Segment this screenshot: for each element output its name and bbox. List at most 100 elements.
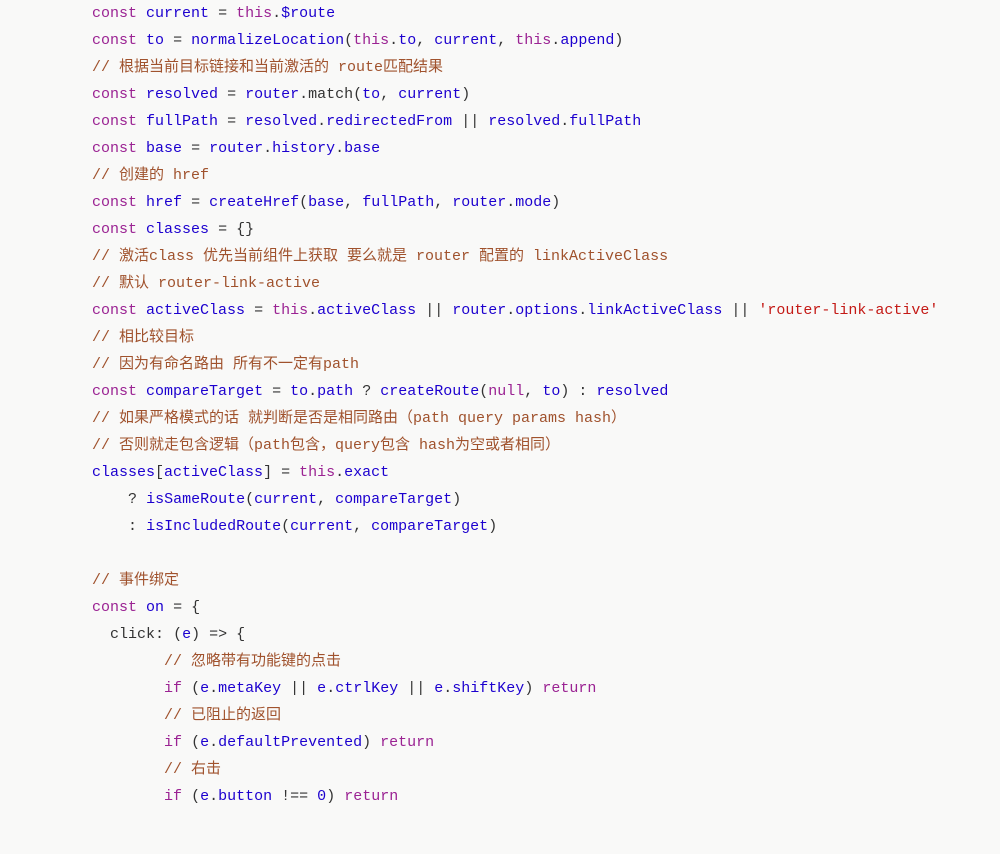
code-token: ( [299,194,308,211]
code-token [137,491,146,508]
code-line: if (e.defaultPrevented) return [20,729,980,756]
code-token [137,221,146,238]
code-token: compareTarget [371,518,488,535]
code-token: . [209,734,218,751]
code-token: fullPath [146,113,218,130]
code-token: // 右击 [164,761,221,778]
code-token: resolved [596,383,668,400]
code-token: router [245,86,299,103]
code-token: current [434,32,497,49]
code-token [137,194,146,211]
code-token: return [542,680,596,697]
code-token: . [443,680,452,697]
code-token [164,32,173,49]
code-token: . [272,5,281,22]
code-token [308,680,317,697]
code-token: shiftKey [452,680,524,697]
code-token: || [290,680,308,697]
code-token: e [182,626,191,643]
code-token: e [317,680,326,697]
code-line: if (e.metaKey || e.ctrlKey || e.shiftKey… [20,675,980,702]
code-token: // 否则就走包含逻辑（path包含，query包含 hash为空或者相同） [92,437,560,454]
code-token [182,734,191,751]
code-token: click [110,626,155,643]
code-token: => [209,626,227,643]
code-token: . [317,113,326,130]
code-token: = [218,5,227,22]
code-token [164,599,173,616]
code-token [335,788,344,805]
code-token: this [299,464,335,481]
code-token: = [173,599,182,616]
code-token [218,86,227,103]
code-token [416,302,425,319]
code-line: const compareTarget = to.path ? createRo… [20,378,980,405]
code-token: ) [551,194,560,211]
code-token: , [497,32,506,49]
code-token: ? [362,383,371,400]
code-token [200,626,209,643]
code-token: const [92,221,137,238]
code-token: base [344,140,380,157]
code-token: linkActiveClass [587,302,722,319]
code-token: { [191,599,200,616]
code-token: options [515,302,578,319]
code-line: classes[activeClass] = this.exact [20,459,980,486]
code-token: const [92,113,137,130]
code-token [182,788,191,805]
code-token: || [731,302,749,319]
code-token [227,626,236,643]
code-token [443,194,452,211]
code-token: ( [344,32,353,49]
code-token: createHref [209,194,299,211]
code-token: e [200,734,209,751]
code-token: , [380,86,389,103]
code-token: ) [524,680,533,697]
code-token [452,113,461,130]
code-line: const current = this.$route [20,0,980,27]
code-token: ) [614,32,623,49]
code-token: this [272,302,308,319]
code-token: to [290,383,308,400]
code-token [290,464,299,481]
code-token: ) [191,626,200,643]
code-token: createRoute [380,383,479,400]
code-token: ) [452,491,461,508]
code-token: router [452,194,506,211]
code-token: path [317,383,353,400]
code-token: if [164,788,182,805]
code-token: this [353,32,389,49]
code-line: // 否则就走包含逻辑（path包含，query包含 hash为空或者相同） [20,432,980,459]
code-token: e [434,680,443,697]
code-token: . [299,86,308,103]
code-token: current [290,518,353,535]
code-token: // 忽略带有功能键的点击 [164,653,341,670]
code-line: // 事件绑定 [20,567,980,594]
code-token: e [200,788,209,805]
code-token [263,383,272,400]
code-token: router [452,302,506,319]
code-token: to [362,86,380,103]
code-line: // 创建的 href [20,162,980,189]
code-token: href [146,194,182,211]
code-token [137,518,146,535]
code-token: ) [488,518,497,535]
code-token: const [92,32,137,49]
code-token: const [92,86,137,103]
code-token [164,626,173,643]
code-token: ) [461,86,470,103]
code-token: 'router-link-active' [758,302,938,319]
code-token: || [425,302,443,319]
code-token: // 根据当前目标链接和当前激活的 route匹配结果 [92,59,443,76]
code-token [371,383,380,400]
code-token: . [326,680,335,697]
code-line: const to = normalizeLocation(this.to, cu… [20,27,980,54]
code-line: // 相比较目标 [20,324,980,351]
code-token: // 相比较目标 [92,329,194,346]
code-token: , [353,518,362,535]
code-token [137,599,146,616]
code-token: const [92,194,137,211]
code-token: : [155,626,164,643]
code-token: to [146,32,164,49]
code-token [569,383,578,400]
